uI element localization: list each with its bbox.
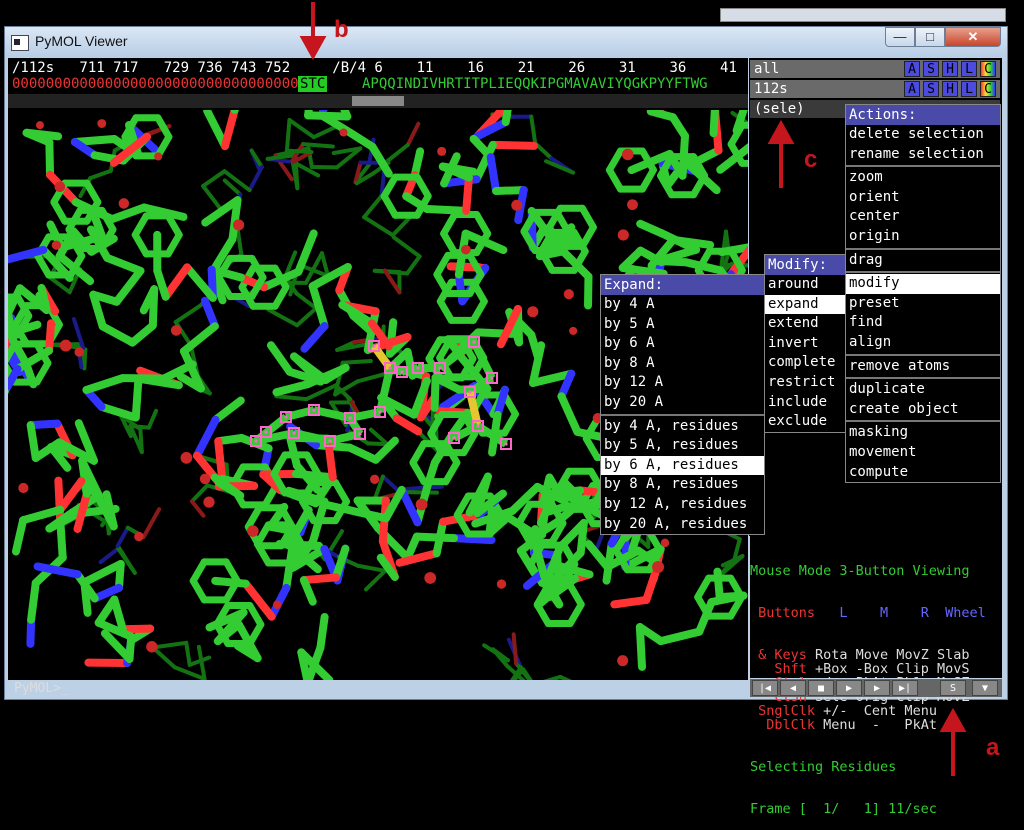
annotation-label-a: a	[986, 734, 999, 762]
annotation-overlay	[0, 0, 1024, 776]
arrow-a-head	[943, 712, 963, 730]
annotation-arrows	[303, 2, 963, 776]
annotation-label-b: b	[334, 16, 349, 44]
arrow-c-head	[771, 124, 791, 142]
arrow-b-head	[303, 38, 323, 56]
annotation-label-c: c	[804, 146, 817, 174]
frame-counter: Frame [ 1/ 1] 11/sec	[750, 802, 1002, 816]
